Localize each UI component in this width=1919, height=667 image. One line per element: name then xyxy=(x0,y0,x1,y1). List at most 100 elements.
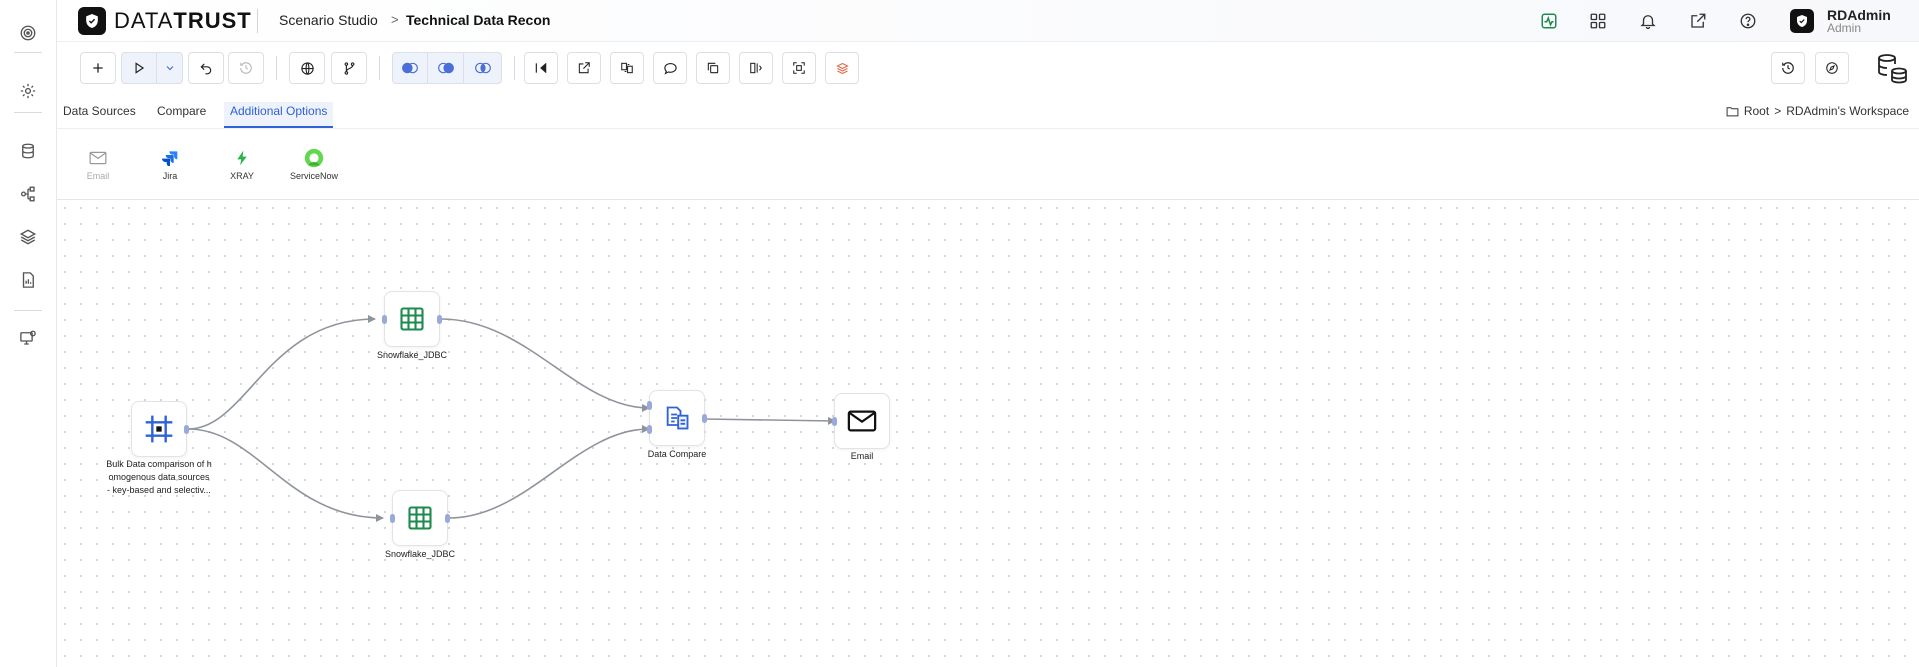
workspace-path[interactable]: Root > RDAdmin's Workspace xyxy=(1726,104,1909,118)
rail-divider xyxy=(14,52,42,53)
brand-name: DATATRUST xyxy=(114,10,252,32)
node-label-bulk-compare: Bulk Data comparison of h omogenous data… xyxy=(97,458,221,497)
fit-screen-button[interactable] xyxy=(782,52,816,84)
additional-options-panel: Email Jira XRAY ServiceNow xyxy=(57,128,1919,200)
tab-bar: Data Sources Compare Additional Options … xyxy=(57,100,1919,130)
add-button[interactable] xyxy=(80,52,116,84)
report-icon[interactable] xyxy=(17,269,39,291)
toolbar-divider xyxy=(514,56,515,80)
mail-icon xyxy=(847,410,877,432)
left-rail xyxy=(0,0,57,667)
node-label-data-compare: Data Compare xyxy=(647,449,707,459)
jira-icon xyxy=(140,147,200,169)
option-email[interactable]: Email xyxy=(68,147,128,181)
input-port[interactable] xyxy=(832,417,837,426)
tab-compare[interactable]: Compare xyxy=(157,102,206,126)
path-chevron-icon: > xyxy=(1774,104,1782,118)
edge-snowflake-bottom-to-compare[interactable] xyxy=(448,425,650,519)
restore-button[interactable] xyxy=(1771,52,1805,84)
servicenow-icon xyxy=(284,147,344,169)
breadcrumb-current: Technical Data Recon xyxy=(406,12,551,28)
bell-icon[interactable] xyxy=(1637,10,1659,32)
layers-icon[interactable] xyxy=(17,226,39,248)
input-port[interactable] xyxy=(647,401,652,410)
help-icon[interactable] xyxy=(1737,10,1759,32)
join-inner-button[interactable] xyxy=(428,52,464,84)
brand-part-b: TRUST xyxy=(173,8,252,33)
breadcrumb-scenario-studio[interactable]: Scenario Studio xyxy=(279,12,378,28)
target-icon[interactable] xyxy=(17,22,39,44)
history-button[interactable] xyxy=(228,52,264,84)
monitor-settings-icon[interactable] xyxy=(17,327,39,349)
run-options-dropdown[interactable] xyxy=(157,52,183,84)
external-link-icon[interactable] xyxy=(1687,10,1709,32)
option-servicenow[interactable]: ServiceNow xyxy=(284,147,344,181)
activity-icon[interactable] xyxy=(1538,10,1560,32)
output-port[interactable] xyxy=(702,414,707,423)
xray-icon xyxy=(212,147,272,169)
output-port[interactable] xyxy=(445,514,450,523)
folder-icon xyxy=(1726,106,1739,116)
logo-shield-icon xyxy=(78,7,106,35)
database-icon[interactable] xyxy=(17,140,39,162)
path-root[interactable]: Root xyxy=(1744,104,1769,118)
node-snowflake-top[interactable] xyxy=(382,291,442,347)
avatar[interactable] xyxy=(1790,9,1814,33)
edge-snowflake-top-to-compare[interactable] xyxy=(440,318,650,412)
compass-button[interactable] xyxy=(1815,52,1849,84)
tab-data-sources[interactable]: Data Sources xyxy=(63,102,136,126)
stack-button[interactable] xyxy=(825,52,859,84)
edge-compare-to-email[interactable] xyxy=(703,416,836,425)
table-icon xyxy=(400,307,424,331)
user-role: Admin xyxy=(1827,21,1862,35)
database-sync-button[interactable] xyxy=(1873,52,1911,84)
node-label-email: Email xyxy=(850,451,874,461)
undo-button[interactable] xyxy=(188,52,224,84)
copy-button[interactable] xyxy=(696,52,730,84)
node-label-snowflake-bottom: Snowflake_JDBC xyxy=(384,549,456,559)
toolbar-divider xyxy=(379,56,380,80)
join-right-button[interactable] xyxy=(464,52,502,84)
node-snowflake-bottom[interactable] xyxy=(390,490,450,546)
node-bulk-compare[interactable] xyxy=(131,401,189,457)
node-data-compare[interactable] xyxy=(647,390,707,446)
rail-divider xyxy=(14,112,42,113)
option-label: XRAY xyxy=(230,171,254,181)
globe-button[interactable] xyxy=(289,52,325,84)
option-xray[interactable]: XRAY xyxy=(212,147,272,181)
brand-part-a: DATA xyxy=(114,8,174,33)
output-port[interactable] xyxy=(437,315,442,324)
option-jira[interactable]: Jira xyxy=(140,147,200,181)
label-line: Bulk Data comparison of h xyxy=(106,459,212,469)
comment-button[interactable] xyxy=(653,52,687,84)
workflow-icon[interactable] xyxy=(17,183,39,205)
output-port[interactable] xyxy=(184,425,189,434)
branch-button[interactable] xyxy=(331,52,367,84)
edge-source-to-snowflake-top[interactable] xyxy=(187,315,376,430)
gear-icon[interactable] xyxy=(17,80,39,102)
path-workspace[interactable]: RDAdmin's Workspace xyxy=(1786,104,1909,118)
chevron-down-icon xyxy=(166,66,173,71)
tab-additional-options[interactable]: Additional Options xyxy=(224,102,334,128)
app: DATATRUST Scenario Studio > Technical Da… xyxy=(0,0,1919,667)
input-port[interactable] xyxy=(647,425,652,434)
split-view-button[interactable] xyxy=(739,52,773,84)
node-email[interactable] xyxy=(832,393,890,449)
sidebar-collapse-button[interactable] xyxy=(524,52,558,84)
option-label: Jira xyxy=(162,171,178,181)
run-button[interactable] xyxy=(121,52,157,84)
join-left-button[interactable] xyxy=(392,52,428,84)
workflow-canvas[interactable]: Bulk Data comparison of h omogenous data… xyxy=(57,200,1919,667)
header-divider xyxy=(257,9,258,33)
table-icon xyxy=(408,506,432,530)
apps-grid-icon[interactable] xyxy=(1587,10,1609,32)
option-label: Email xyxy=(86,171,110,181)
label-line: omogenous data sources xyxy=(108,472,210,482)
input-port[interactable] xyxy=(382,315,387,324)
compare-files-button[interactable] xyxy=(610,52,644,84)
rail-divider xyxy=(14,310,42,311)
input-port[interactable] xyxy=(390,514,395,523)
top-header: DATATRUST Scenario Studio > Technical Da… xyxy=(57,0,1919,42)
mail-icon xyxy=(68,147,128,169)
export-button[interactable] xyxy=(567,52,601,84)
